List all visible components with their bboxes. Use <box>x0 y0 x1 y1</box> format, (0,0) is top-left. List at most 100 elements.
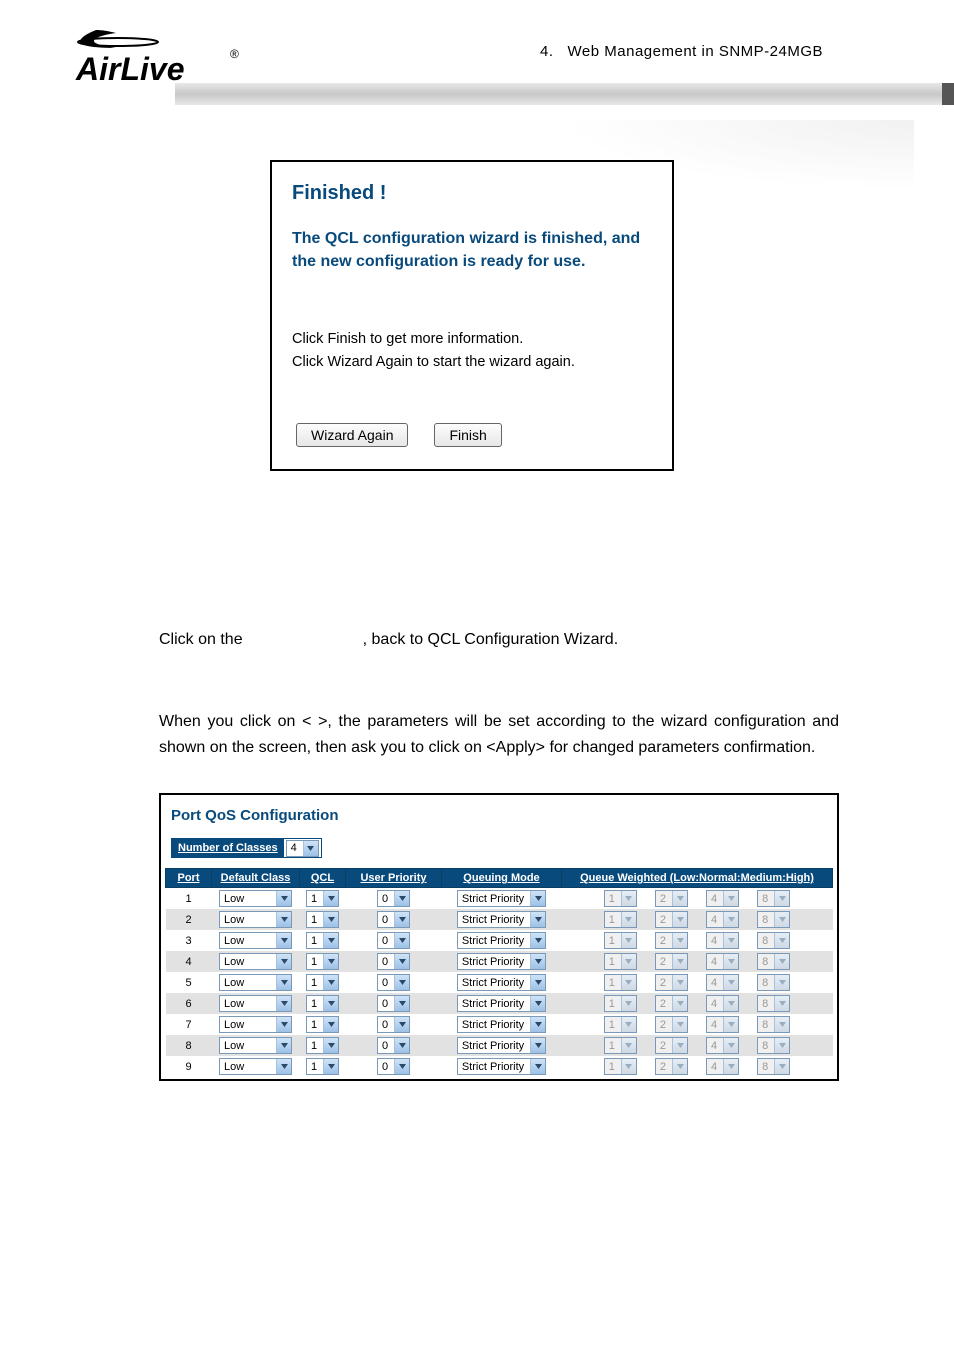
chevron-down-icon <box>621 954 636 969</box>
select-value: 4 <box>707 956 723 968</box>
chevron-down-icon <box>774 933 789 948</box>
chevron-down-icon <box>530 975 545 990</box>
select-control[interactable]: Low <box>219 911 292 928</box>
select-value: 1 <box>605 1061 621 1073</box>
select-value: 2 <box>656 998 672 1010</box>
cell-port: 9 <box>166 1056 212 1077</box>
cell-default-class: Low <box>212 951 300 972</box>
select-control[interactable]: Strict Priority <box>457 974 546 991</box>
chevron-down-icon <box>323 996 338 1011</box>
select-control[interactable]: 0 <box>377 911 410 928</box>
chevron-down-icon <box>621 975 636 990</box>
select-control[interactable]: 0 <box>377 1058 410 1075</box>
select-control[interactable]: 0 <box>377 932 410 949</box>
select-value: 4 <box>707 998 723 1010</box>
breadcrumb: 4. Web Management in SNMP-24MGB <box>540 43 823 60</box>
select-value: 8 <box>758 935 774 947</box>
select-control[interactable]: 1 <box>306 1037 339 1054</box>
chevron-down-icon <box>530 1017 545 1032</box>
cell-queuing-mode: Strict Priority <box>442 993 562 1014</box>
select-control[interactable]: Low <box>219 974 292 991</box>
select-control[interactable]: Low <box>219 1058 292 1075</box>
chevron-down-icon <box>303 841 318 856</box>
select-control[interactable]: 1 <box>306 953 339 970</box>
cell-queuing-mode: Strict Priority <box>442 930 562 951</box>
table-row: 7Low10Strict Priority1248 <box>166 1014 833 1035</box>
select-control[interactable]: 1 <box>306 995 339 1012</box>
select-control[interactable]: 1 <box>306 932 339 949</box>
wizard-button-row: Wizard Again Finish <box>296 423 652 447</box>
select-control: 1 <box>604 911 637 928</box>
select-value: 1 <box>307 1040 323 1052</box>
select-control[interactable]: Low <box>219 932 292 949</box>
cell-port: 8 <box>166 1035 212 1056</box>
select-control[interactable]: Strict Priority <box>457 932 546 949</box>
select-value: 8 <box>758 893 774 905</box>
chevron-down-icon <box>394 1059 409 1074</box>
select-control[interactable]: Strict Priority <box>457 1037 546 1054</box>
select-control[interactable]: 0 <box>377 995 410 1012</box>
select-control[interactable]: Low <box>219 1037 292 1054</box>
select-control[interactable]: 1 <box>306 1058 339 1075</box>
wizard-again-button[interactable]: Wizard Again <box>296 423 408 447</box>
cell-port: 5 <box>166 972 212 993</box>
select-value: 0 <box>378 1019 394 1031</box>
chevron-down-icon <box>276 975 291 990</box>
cell-port: 3 <box>166 930 212 951</box>
select-value: 4 <box>707 935 723 947</box>
select-value: 0 <box>378 914 394 926</box>
select-control[interactable]: Low <box>219 890 292 907</box>
select-control[interactable]: 0 <box>377 890 410 907</box>
header-divider-end <box>942 83 954 105</box>
queue-weight-group: 1248 <box>566 974 829 991</box>
select-control[interactable]: 1 <box>306 1016 339 1033</box>
select-value: Strict Priority <box>458 1040 530 1052</box>
breadcrumb-title: Web Management in SNMP-24MGB <box>568 43 824 60</box>
select-value: 1 <box>605 977 621 989</box>
select-value: 0 <box>378 977 394 989</box>
select-value: Low <box>220 1061 276 1073</box>
col-queue-weighted: Queue Weighted (Low:Normal:Medium:High) <box>562 869 833 888</box>
queue-weight-group: 1248 <box>566 890 829 907</box>
chevron-down-icon <box>723 1017 738 1032</box>
select-value: 2 <box>656 893 672 905</box>
cell-qcl: 1 <box>300 1056 346 1077</box>
finish-button[interactable]: Finish <box>434 423 501 447</box>
select-control[interactable]: 0 <box>377 1016 410 1033</box>
chevron-down-icon <box>394 1038 409 1053</box>
cell-default-class: Low <box>212 888 300 910</box>
chevron-down-icon <box>672 996 687 1011</box>
select-control[interactable]: Strict Priority <box>457 1058 546 1075</box>
select-control[interactable]: 1 <box>306 974 339 991</box>
select-control[interactable]: Low <box>219 1016 292 1033</box>
select-control[interactable]: Strict Priority <box>457 890 546 907</box>
cell-qcl: 1 <box>300 1035 346 1056</box>
select-control[interactable]: 0 <box>377 1037 410 1054</box>
select-control[interactable]: Low <box>219 995 292 1012</box>
chevron-down-icon <box>323 912 338 927</box>
select-control[interactable]: Strict Priority <box>457 911 546 928</box>
select-control: 4 <box>706 953 739 970</box>
qos-table: Port Default Class QCL User Priority Que… <box>165 868 833 1077</box>
select-control[interactable]: 0 <box>377 974 410 991</box>
number-of-classes-control: Number of Classes 4 <box>171 838 322 858</box>
select-control: 8 <box>757 995 790 1012</box>
cell-qcl: 1 <box>300 909 346 930</box>
number-of-classes-select[interactable]: 4 <box>284 839 321 857</box>
select-control[interactable]: 1 <box>306 890 339 907</box>
cell-qcl: 1 <box>300 972 346 993</box>
select-control[interactable]: 0 <box>377 953 410 970</box>
col-qcl: QCL <box>300 869 346 888</box>
chevron-down-icon <box>530 912 545 927</box>
select-value: Strict Priority <box>458 998 530 1010</box>
chevron-down-icon <box>276 1059 291 1074</box>
select-control[interactable]: Strict Priority <box>457 1016 546 1033</box>
select-control[interactable]: Low <box>219 953 292 970</box>
cell-port: 2 <box>166 909 212 930</box>
select-control[interactable]: 1 <box>306 911 339 928</box>
cell-user-priority: 0 <box>346 930 442 951</box>
select-control[interactable]: Strict Priority <box>457 953 546 970</box>
select-control: 4 <box>706 911 739 928</box>
select-value: 1 <box>307 956 323 968</box>
select-control[interactable]: Strict Priority <box>457 995 546 1012</box>
